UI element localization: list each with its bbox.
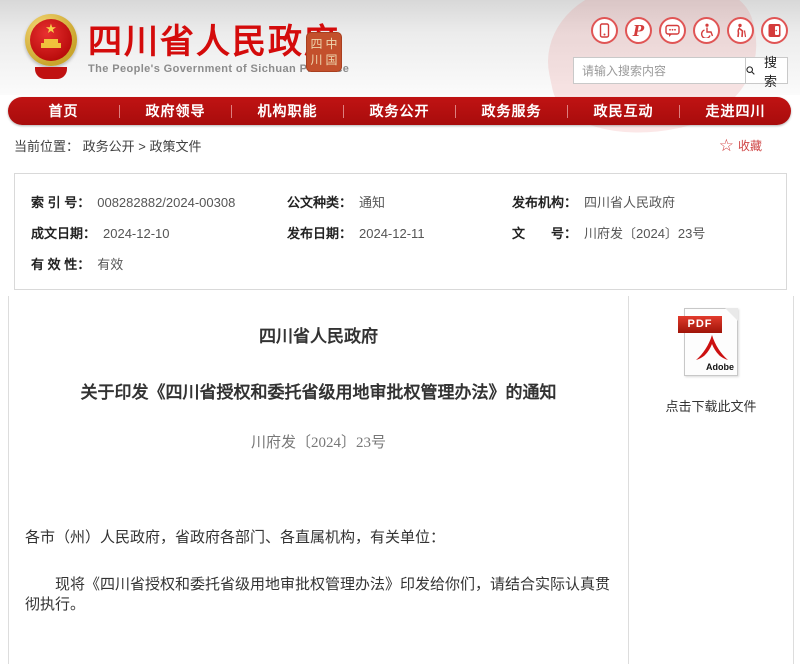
breadcrumb-item-policy-docs[interactable]: 政策文件 [150, 139, 202, 154]
meta-publish-date: 发布日期：2024-12-11 [287, 218, 512, 249]
search-icon [746, 64, 755, 77]
document-issuer-title: 四川省人民政府 [25, 322, 612, 347]
breadcrumb-separator: > [138, 139, 146, 154]
adobe-label: Adobe [706, 362, 734, 372]
meta-index-number: 索 引 号：008282882/2024-00308 [31, 187, 287, 218]
national-emblem-logo: ★ [22, 13, 80, 79]
page-fold-corner [725, 308, 738, 321]
nav-item-functions[interactable]: 机构职能 [232, 101, 343, 121]
mobile-icon[interactable] [591, 17, 618, 44]
document-content-area: 四川省人民政府 关于印发《四川省授权和委托省级用地审批权管理办法》的通知 川府发… [8, 296, 794, 664]
nav-item-openness[interactable]: 政务公开 [344, 101, 455, 121]
nav-item-about-sichuan[interactable]: 走进四川 [680, 101, 791, 121]
document-meta-table: 索 引 号：008282882/2024-00308 公文种类：通知 发布机构：… [14, 173, 787, 290]
favorite-label: 收藏 [738, 137, 762, 154]
document-salutation: 各市（州）人民政府，省政府各部门、各直属机构，有关单位： [25, 526, 612, 547]
document-number: 川府发〔2024〕23号 [25, 431, 612, 452]
nav-item-interaction[interactable]: 政民互动 [568, 101, 679, 121]
meta-doc-type: 公文种类：通知 [287, 187, 512, 218]
message-icon[interactable] [659, 17, 686, 44]
pdf-file-icon[interactable]: PDF Adobe [684, 308, 738, 376]
nav-item-services[interactable]: 政务服务 [456, 101, 567, 121]
download-file-link[interactable]: 点击下载此文件 [629, 396, 793, 415]
document-title: 关于印发《四川省授权和委托省级用地审批权管理办法》的通知 [25, 378, 612, 403]
meta-issuing-agency: 发布机构：四川省人民政府 [512, 187, 786, 218]
main-navigation: 首页 政府领导 机构职能 政务公开 政务服务 政民互动 走进四川 [8, 97, 791, 125]
accessibility-icon[interactable] [693, 17, 720, 44]
search-input[interactable] [574, 58, 745, 83]
login-door-icon[interactable] [761, 17, 788, 44]
favorite-button[interactable]: ☆ 收藏 [719, 137, 762, 154]
breadcrumb: 当前位置： 政务公开 > 政策文件 [14, 136, 202, 155]
red-seal-stamp: 四中 川国 [306, 32, 342, 72]
nav-item-home[interactable]: 首页 [8, 101, 119, 121]
adobe-swirl-icon [695, 335, 729, 363]
header-quick-icons: P [591, 17, 788, 44]
site-search: 搜 索 [573, 57, 788, 84]
meta-written-date: 成文日期：2024-12-10 [31, 218, 287, 249]
document-paragraph: 现将《四川省授权和委托省级用地审批权管理办法》印发给你们，请结合实际认真贯彻执行… [25, 575, 612, 615]
nav-item-leaders[interactable]: 政府领导 [120, 101, 231, 121]
elder-mode-icon[interactable] [727, 17, 754, 44]
star-icon: ☆ [719, 137, 734, 154]
meta-validity: 有 效 性：有效 [31, 249, 287, 280]
download-sidebar: PDF Adobe 点击下载此文件 [628, 296, 793, 664]
breadcrumb-item-openness[interactable]: 政务公开 [83, 139, 135, 154]
breadcrumb-label: 当前位置： [14, 139, 79, 154]
meta-doc-number: 文 号：川府发〔2024〕23号 [512, 218, 786, 249]
media-p-icon[interactable]: P [625, 17, 652, 44]
document-body: 四川省人民政府 关于印发《四川省授权和委托省级用地审批权管理办法》的通知 川府发… [9, 296, 628, 664]
pdf-banner-label: PDF [678, 316, 722, 333]
site-header: ★ 四川省人民政府 The People's Government of Sic… [0, 0, 800, 95]
search-button[interactable]: 搜 索 [745, 58, 787, 83]
